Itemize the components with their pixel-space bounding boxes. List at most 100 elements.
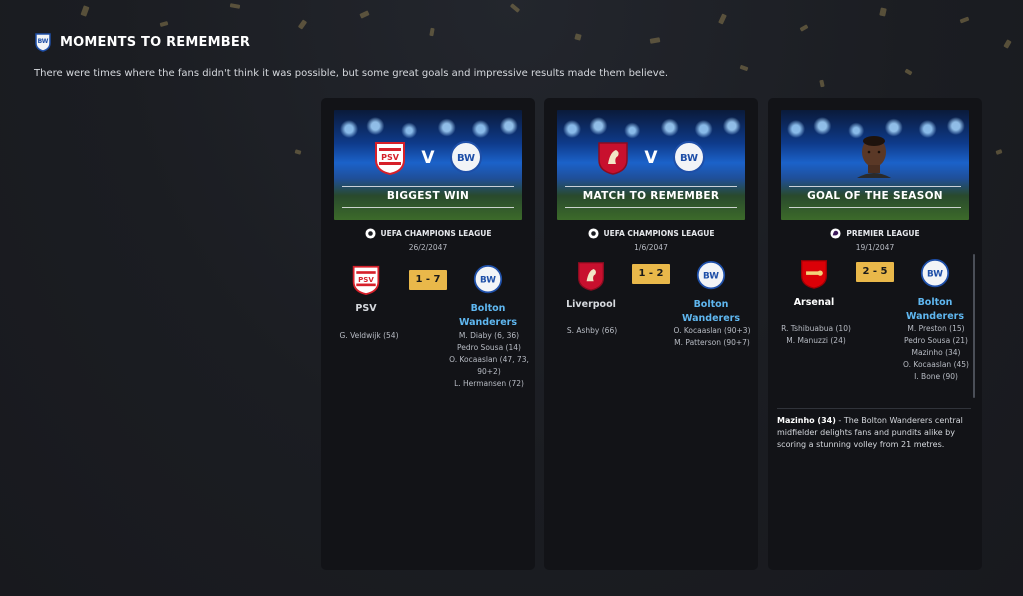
confetti <box>718 13 727 25</box>
away-team[interactable]: BW Bolton Wanderers <box>666 260 756 326</box>
competition-name: UEFA CHAMPIONS LEAGUE <box>603 229 715 238</box>
away-team-name: Bolton Wanderers <box>458 303 518 328</box>
match-date: 19/1/2047 <box>855 243 895 252</box>
bolton-crest-icon: BW <box>672 141 705 173</box>
scorer-line: M. Manuzzi (24) <box>786 336 846 345</box>
scorer-line: Mazinho (34) <box>911 348 961 357</box>
versus-label: V <box>644 148 658 168</box>
liverpool-crest-icon <box>577 262 605 291</box>
svg-text:PSV: PSV <box>381 153 400 162</box>
confetti <box>959 16 970 24</box>
scorer-line: L. Hermansen (72) <box>454 379 524 388</box>
away-team[interactable]: BW Bolton Wanderers <box>890 258 980 324</box>
confetti <box>159 21 169 27</box>
premier-league-icon <box>830 228 841 239</box>
section-header: BW MOMENTS TO REMEMBER <box>34 32 250 52</box>
svg-text:PSV: PSV <box>358 275 374 284</box>
away-team-name: Bolton Wanderers <box>681 299 741 324</box>
score-badge: 1 - 7 <box>409 270 447 290</box>
banner-label: BIGGEST WIN <box>386 190 470 202</box>
competition: PREMIER LEAGUE <box>768 228 982 239</box>
away-scorers: M. Diaby (6, 36) Pedro Sousa (14) O. Koc… <box>441 330 537 390</box>
away-team-name: Bolton Wanderers <box>905 297 965 322</box>
moment-card-biggest-win[interactable]: PSV V BW BIGGEST WIN UEFA CHAMPIONS LEAG… <box>321 98 535 570</box>
banner-rule <box>342 186 514 187</box>
bolton-crest-icon: BW <box>473 265 503 294</box>
arsenal-crest-icon <box>800 260 828 289</box>
confetti <box>799 24 809 32</box>
banner-rule <box>789 186 961 187</box>
away-team[interactable]: BW Bolton Wanderers <box>443 264 533 330</box>
card-banner: PSV V BW BIGGEST WIN <box>334 110 522 220</box>
away-scorers: M. Preston (15) Pedro Sousa (21) Mazinho… <box>888 323 984 383</box>
banner-label: MATCH TO REMEMBER <box>582 190 720 202</box>
scorer-line: Pedro Sousa (21) <box>904 336 968 345</box>
moment-card-goal-of-the-season[interactable]: GOAL OF THE SEASON PREMIER LEAGUE 19/1/2… <box>768 98 982 570</box>
bolton-crest-icon: BW <box>696 261 726 290</box>
banner-crests: V BW <box>557 140 745 176</box>
banner-rule <box>565 186 737 187</box>
banner-rule <box>565 207 737 208</box>
scorer-line: O. Kocaaslan (45) <box>903 360 969 369</box>
home-scorers: G. Veldwijk (54) <box>321 330 417 342</box>
home-scorers: S. Ashby (66) <box>544 325 640 337</box>
banner-rule <box>342 207 514 208</box>
score-badge: 1 - 2 <box>632 264 670 284</box>
svg-text:BW: BW <box>703 272 719 282</box>
score-badge: 2 - 5 <box>856 262 894 282</box>
psv-crest-icon: PSV <box>375 142 406 176</box>
scorer-line: Pedro Sousa (14) <box>457 343 521 352</box>
competition-name: PREMIER LEAGUE <box>846 229 920 238</box>
home-team-name: Liverpool <box>566 299 616 310</box>
player-portrait-icon <box>857 136 891 178</box>
banner-label: GOAL OF THE SEASON <box>807 190 943 202</box>
confetti <box>649 37 661 44</box>
banner-rule <box>789 207 961 208</box>
home-team[interactable]: PSV PSV <box>321 264 411 316</box>
confetti <box>879 7 887 17</box>
confetti <box>429 27 435 37</box>
scorer-line: M. Patterson (90+7) <box>674 338 750 347</box>
page-subtitle: There were times where the fans didn't t… <box>34 68 669 79</box>
competition-name: UEFA CHAMPIONS LEAGUE <box>380 229 492 238</box>
match-date: 26/2/2047 <box>408 243 448 252</box>
home-scorers: R. Tshibuabua (10) M. Manuzzi (24) <box>768 323 864 347</box>
champions-league-icon <box>364 228 376 239</box>
bolton-crest-icon: BW <box>920 259 950 288</box>
psv-crest-icon: PSV <box>352 265 380 296</box>
scorer-line: I. Bone (90) <box>914 372 958 381</box>
match-date: 1/6/2047 <box>634 243 668 252</box>
liverpool-crest-icon <box>598 142 629 175</box>
away-scorers: O. Kocaaslan (90+3) M. Patterson (90+7) <box>664 325 760 349</box>
card-banner: GOAL OF THE SEASON <box>781 110 969 220</box>
svg-text:BW: BW <box>480 276 496 286</box>
confetti <box>904 68 913 76</box>
scorer-line: O. Kocaaslan (47, 73, <box>449 355 529 364</box>
confetti <box>819 79 825 88</box>
competition: UEFA CHAMPIONS LEAGUE <box>321 228 535 239</box>
scorer-line: S. Ashby (66) <box>566 326 618 335</box>
goal-description: Mazinho (34) - The Bolton Wanderers cent… <box>777 415 969 451</box>
home-team[interactable]: Arsenal <box>769 258 859 310</box>
scrollbar[interactable] <box>973 254 975 398</box>
confetti <box>1003 39 1012 49</box>
bolton-badge-icon: BW <box>35 33 51 52</box>
scorer-line: M. Preston (15) <box>907 324 965 333</box>
confetti <box>995 149 1003 155</box>
confetti <box>574 33 582 41</box>
svg-text:BW: BW <box>927 270 943 280</box>
banner-crests: PSV V BW <box>334 140 522 176</box>
moment-card-match-to-remember[interactable]: V BW MATCH TO REMEMBER UEFA CHAMPIONS LE… <box>544 98 758 570</box>
goal-scorer: Mazinho (34) <box>777 416 836 425</box>
scorer-line: R. Tshibuabua (10) <box>781 324 851 333</box>
home-team[interactable]: Liverpool <box>546 260 636 312</box>
scorer-line: O. Kocaaslan (90+3) <box>673 326 751 335</box>
confetti <box>294 149 302 155</box>
confetti <box>359 10 370 19</box>
scorer-line: 90+2) <box>477 367 501 376</box>
svg-text:BW: BW <box>38 38 49 45</box>
confetti <box>229 3 241 9</box>
divider <box>777 408 971 409</box>
champions-league-icon <box>587 228 599 239</box>
home-team-name: Arsenal <box>793 297 835 308</box>
